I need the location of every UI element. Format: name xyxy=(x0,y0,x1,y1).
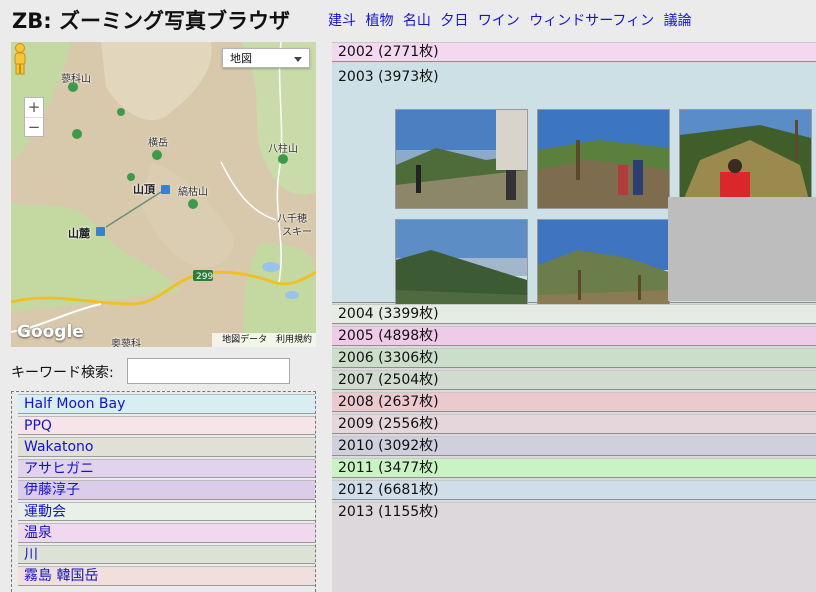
year-row[interactable]: 2010 (3092枚) xyxy=(332,436,816,456)
keyword-item[interactable]: アサヒガニ xyxy=(18,458,315,478)
zoom-in-button[interactable]: + xyxy=(25,98,43,118)
map-type-label: 地図 xyxy=(230,52,252,65)
keyword-item[interactable]: 川 xyxy=(18,544,315,564)
hikers-on-trail-photo xyxy=(538,110,669,208)
year-row[interactable]: 2007 (2504枚) xyxy=(332,370,816,390)
zoom-out-button[interactable]: − xyxy=(25,118,43,137)
year-row[interactable]: 2009 (2556枚) xyxy=(332,414,816,434)
year-row[interactable]: 2006 (3306枚) xyxy=(332,348,816,368)
keyword-item[interactable]: 運動会 xyxy=(18,501,315,521)
keyword-item[interactable]: Wakatono xyxy=(18,437,315,457)
chevron-down-icon xyxy=(294,57,302,62)
year-row[interactable]: 2012 (6681枚) xyxy=(332,480,816,500)
app-title: ZB: ズーミング写真ブラウザ xyxy=(12,9,290,33)
keyword-search-label: キーワード検索: xyxy=(11,365,114,381)
map-footer: 地図データ 利用規約 xyxy=(212,333,316,347)
zoom-control: + − xyxy=(24,97,44,137)
map[interactable]: 地図 + − 蓼科山 横岳 八柱山 山頂 縞枯山 八千穂 スキー 山麓 299 … xyxy=(11,42,316,347)
map-type-selector[interactable]: 地図 xyxy=(222,48,310,68)
keyword-item[interactable]: PPQ xyxy=(18,415,315,435)
map-label: スキー xyxy=(282,227,312,238)
nav-link-famous-mountains[interactable]: 名山 xyxy=(403,13,431,29)
year-row[interactable]: 2005 (4898枚) xyxy=(332,326,816,346)
year-row[interactable]: 2008 (2637枚) xyxy=(332,392,816,412)
map-label: 八柱山 xyxy=(268,144,298,155)
map-data-link[interactable]: 地図データ xyxy=(222,335,267,345)
keyword-list: Half Moon Bay PPQ Wakatono アサヒガニ 伊藤淳子 運動… xyxy=(11,391,316,592)
year-row[interactable]: 2002 (2771枚) xyxy=(332,42,816,62)
nav-link-sunset[interactable]: 夕日 xyxy=(440,13,468,29)
nav-link-kento[interactable]: 建斗 xyxy=(328,13,356,29)
terms-link[interactable]: 利用規約 xyxy=(276,335,312,345)
map-label: 山麓 xyxy=(68,227,90,240)
year-label: 2003 (3973枚) xyxy=(338,69,439,85)
keyword-item[interactable]: Half Moon Bay xyxy=(18,394,315,414)
map-label: 奥蓼科 xyxy=(111,339,141,347)
map-label: 縞枯山 xyxy=(178,187,208,198)
header: ZB: ズーミング写真ブラウザ 建斗 植物 名山 夕日 ワイン ウィンドサーフィ… xyxy=(0,0,816,40)
mountain-trail-photo xyxy=(396,110,527,208)
map-terrain xyxy=(11,42,316,347)
nav-link-wine[interactable]: ワイン xyxy=(478,13,520,29)
map-label: 横岳 xyxy=(148,138,168,149)
thumbnail-placeholder xyxy=(668,197,816,301)
keyword-item[interactable]: 霧島 韓国岳 xyxy=(18,566,315,586)
photo-thumbnail[interactable] xyxy=(395,109,528,209)
photo-thumbnail[interactable] xyxy=(537,109,670,209)
nav-link-plants[interactable]: 植物 xyxy=(365,13,393,29)
nav-link-discussion[interactable]: 議論 xyxy=(664,13,692,29)
nav-link-windsurfing[interactable]: ウィンドサーフィン xyxy=(529,13,654,29)
year-row[interactable]: 2011 (3477枚) xyxy=(332,458,816,478)
keyword-item[interactable]: 温泉 xyxy=(18,523,315,543)
year-row[interactable]: 2004 (3399枚) xyxy=(332,304,816,324)
year-row-expanded[interactable]: 2003 (3973枚) xyxy=(332,64,816,319)
hiker-red-jacket-photo xyxy=(680,110,811,208)
pegman-icon[interactable] xyxy=(11,42,29,76)
google-logo: Google xyxy=(17,322,84,342)
map-label: 蓼科山 xyxy=(61,74,91,85)
keyword-search-input[interactable] xyxy=(127,358,290,384)
keyword-item[interactable]: 伊藤淳子 xyxy=(18,480,315,500)
route-number: 299 xyxy=(196,272,214,282)
year-list: 2002 (2771枚) 2003 (3973枚) 2004 (3399枚) 2… xyxy=(332,42,816,592)
year-row[interactable]: 2013 (1155枚) xyxy=(332,502,816,522)
map-label: 山頂 xyxy=(133,183,155,196)
photo-thumbnail[interactable] xyxy=(679,109,812,209)
nav-links: 建斗 植物 名山 夕日 ワイン ウィンドサーフィン 議論 xyxy=(328,10,697,30)
